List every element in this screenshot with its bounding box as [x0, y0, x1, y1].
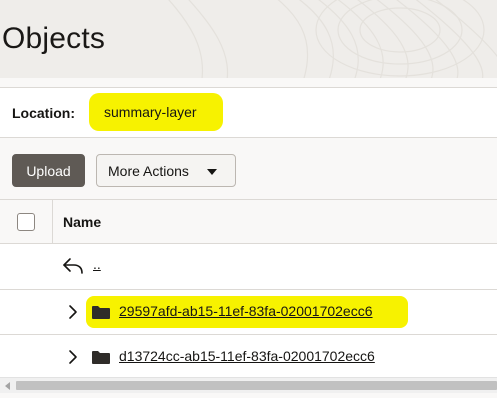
folder-icon: [92, 351, 110, 364]
folder-icon: [92, 306, 110, 319]
back-arrow-icon: [63, 258, 83, 274]
more-actions-button[interactable]: More Actions: [96, 154, 236, 187]
more-actions-label: More Actions: [108, 162, 189, 179]
table-row-parent[interactable]: ..: [0, 245, 497, 290]
objects-page: Objects Location: summary-layer Upload M…: [0, 0, 497, 398]
column-header-name[interactable]: Name: [63, 214, 101, 230]
chevron-right-icon[interactable]: [68, 304, 78, 320]
page-title: Objects: [2, 22, 106, 55]
column-divider: [52, 200, 53, 244]
upload-button[interactable]: Upload: [12, 154, 85, 187]
location-label: Location:: [12, 105, 75, 121]
chevron-right-icon[interactable]: [68, 349, 78, 365]
scrollbar-thumb[interactable]: [16, 381, 497, 390]
location-bar: Location: summary-layer: [0, 87, 497, 138]
folder-link[interactable]: d13724cc-ab15-11ef-83fa-02001702ecc6: [119, 348, 375, 364]
table-row[interactable]: 29597afd-ab15-11ef-83fa-02001702ecc6: [0, 290, 497, 335]
objects-table: Name .. 29597afd-ab15-11ef-83fa-02001702…: [0, 199, 497, 378]
table-header-row: Name: [0, 200, 497, 244]
location-value: summary-layer: [104, 104, 197, 120]
select-all-checkbox[interactable]: [17, 213, 35, 231]
page-header: Objects: [0, 0, 497, 78]
table-row[interactable]: d13724cc-ab15-11ef-83fa-02001702ecc6: [0, 335, 497, 378]
parent-folder-link[interactable]: ..: [93, 256, 101, 272]
horizontal-scrollbar[interactable]: [0, 377, 497, 393]
caret-down-icon: [207, 169, 217, 175]
scroll-left-icon[interactable]: [5, 382, 10, 390]
folder-link[interactable]: 29597afd-ab15-11ef-83fa-02001702ecc6: [119, 303, 373, 319]
bottom-strip: [0, 393, 497, 398]
